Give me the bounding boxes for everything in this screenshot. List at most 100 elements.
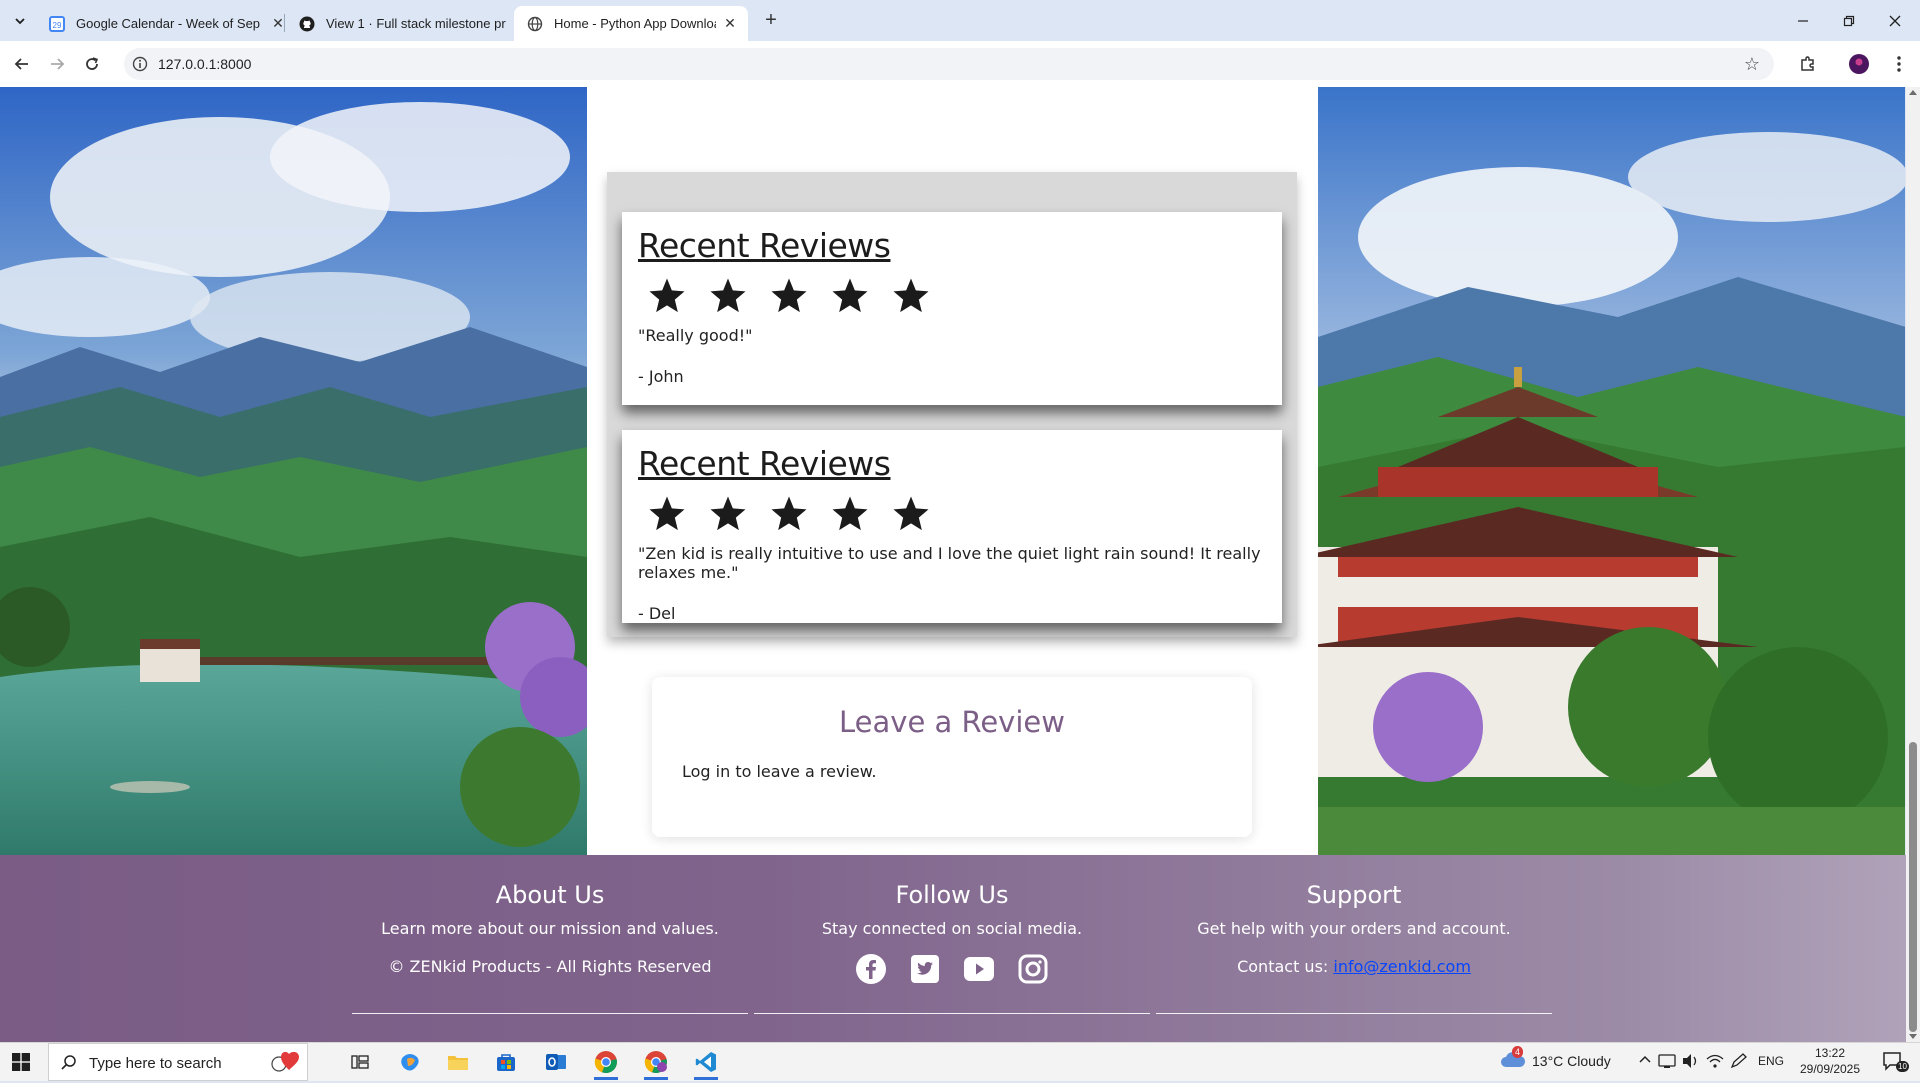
language-indicator[interactable]: ENG: [1758, 1054, 1784, 1068]
task-view-button[interactable]: [340, 1047, 380, 1077]
review-author: - John: [638, 367, 684, 386]
star-icon: [771, 278, 807, 313]
tab-strip: 29 Google Calendar - Week of Sep ✕ View …: [0, 0, 1920, 41]
taskbar-store[interactable]: [486, 1047, 526, 1077]
star-icon: [893, 278, 929, 313]
taskbar-vscode[interactable]: [686, 1047, 726, 1080]
footer-support-text: Get help with your orders and account.: [1197, 919, 1511, 938]
pen-icon[interactable]: [1730, 1053, 1748, 1072]
search-highlight-icon: [269, 1046, 305, 1083]
review-author: - Del: [638, 604, 676, 623]
notification-count: 10: [1896, 1061, 1909, 1072]
tab-separator: [284, 14, 285, 32]
youtube-icon[interactable]: [962, 952, 996, 986]
copilot-icon: [401, 1054, 419, 1071]
star-icon: [893, 496, 929, 531]
footer-about-title: About Us: [495, 881, 605, 909]
star-rating: [646, 276, 1266, 316]
browser-toolbar: 127.0.0.1:8000 ☆: [0, 41, 1920, 87]
reload-icon: [86, 57, 99, 70]
forward-button[interactable]: [43, 50, 71, 78]
star-icon: [710, 496, 746, 531]
close-tab-icon[interactable]: ✕: [722, 15, 738, 32]
tab-search-button[interactable]: [8, 9, 32, 33]
github-icon: [298, 15, 316, 33]
footer-about: About Us Learn more about our mission an…: [352, 855, 748, 1014]
taskbar-outlook[interactable]: [536, 1047, 576, 1077]
reviews-heading: Recent Reviews: [638, 226, 891, 265]
globe-icon: [526, 15, 544, 33]
leave-review-card: Leave a Review Log in to leave a review.: [652, 677, 1252, 837]
copyright-text: © ZENkid Products - All Rights Reserved: [388, 957, 712, 976]
tab-home-active[interactable]: Home - Python App Download ✕: [514, 6, 748, 41]
review-card: Recent Reviews "Really good!" - John: [622, 212, 1282, 405]
taskbar-copilot[interactable]: [390, 1047, 430, 1077]
search-placeholder: Type here to search: [89, 1055, 222, 1072]
instagram-icon[interactable]: [1016, 952, 1050, 986]
tab-google-calendar[interactable]: 29 Google Calendar - Week of Sep ✕: [36, 6, 296, 41]
star-icon: [832, 278, 868, 313]
taskbar-chrome-profile[interactable]: [636, 1047, 676, 1080]
wifi-icon[interactable]: [1706, 1053, 1724, 1072]
login-prompt: Log in to leave a review.: [682, 762, 877, 781]
bookmark-star-icon[interactable]: ☆: [1744, 54, 1760, 75]
puzzle-icon: [1801, 56, 1814, 71]
restore-icon: [1843, 15, 1855, 26]
svg-text:29: 29: [53, 21, 62, 30]
address-bar[interactable]: 127.0.0.1:8000 ☆: [124, 48, 1774, 80]
footer-about-text: Learn more about our mission and values.: [381, 919, 719, 938]
meet-now-icon[interactable]: [1658, 1053, 1676, 1072]
tab-title: Home - Python App Download: [554, 16, 716, 31]
footer-divider: [754, 1013, 1150, 1014]
footer-support: Support Get help with your orders and ac…: [1156, 855, 1552, 1014]
new-tab-button[interactable]: +: [758, 9, 784, 33]
tab-github[interactable]: View 1 · Full stack milestone pr ✕: [286, 6, 546, 41]
taskbar-file-explorer[interactable]: [438, 1047, 478, 1077]
site-info-icon[interactable]: [132, 56, 148, 72]
scroll-up-arrow-icon[interactable]: [1909, 90, 1917, 95]
folder-icon: [448, 1056, 468, 1070]
review-card: Recent Reviews "Zen kid is really intuit…: [622, 430, 1282, 623]
extensions-button[interactable]: [1795, 51, 1821, 77]
windows-logo-icon: [12, 1053, 30, 1071]
facebook-icon[interactable]: [854, 952, 888, 986]
chrome-profile-icon: [644, 1051, 667, 1074]
back-button[interactable]: [8, 50, 36, 78]
taskbar-chrome[interactable]: [586, 1047, 626, 1080]
twitter-icon[interactable]: [908, 952, 942, 986]
footer-follow-text: Stay connected on social media.: [821, 919, 1083, 938]
footer-support-title: Support: [1306, 881, 1402, 909]
browser-menu-button[interactable]: [1886, 51, 1912, 77]
page-scrollbar[interactable]: [1906, 87, 1920, 1042]
speaker-icon[interactable]: [1682, 1053, 1700, 1072]
footer-divider: [352, 1013, 748, 1014]
contact-label: Contact us:: [1237, 957, 1329, 976]
arrow-right-icon: [51, 58, 65, 70]
footer-follow-title: Follow Us: [895, 881, 1009, 909]
minimize-icon: [1798, 19, 1808, 22]
restore-button[interactable]: [1826, 0, 1872, 41]
star-icon: [771, 496, 807, 531]
minimize-button[interactable]: [1780, 0, 1826, 41]
task-view-icon: [351, 1055, 369, 1069]
reload-button[interactable]: [78, 50, 106, 78]
reviews-section: Recent Reviews "Really good!" - John Rec…: [607, 172, 1297, 637]
reviews-heading: Recent Reviews: [638, 444, 891, 483]
star-icon: [649, 278, 685, 313]
taskbar-clock[interactable]: 13:22 29/09/2025: [1790, 1045, 1870, 1077]
footer-follow: Follow Us Stay connected on social media…: [754, 855, 1150, 1014]
profile-avatar[interactable]: [1846, 51, 1872, 77]
scrollbar-thumb[interactable]: [1909, 742, 1917, 1032]
taskbar-search-box[interactable]: Type here to search: [48, 1043, 308, 1081]
leave-review-title: Leave a Review: [839, 705, 1065, 739]
close-window-button[interactable]: [1872, 0, 1918, 41]
start-button[interactable]: [12, 1053, 30, 1076]
star-icon: [710, 278, 746, 313]
search-icon: [61, 1054, 77, 1075]
review-quote: "Zen kid is really intuitive to use and …: [638, 544, 1261, 582]
page-viewport: Recent Reviews "Really good!" - John Rec…: [0, 87, 1906, 1042]
support-email-link[interactable]: info@zenkid.com: [1333, 957, 1471, 976]
clock-time: 13:22: [1814, 1046, 1846, 1060]
chevron-up-icon[interactable]: [1638, 1053, 1652, 1070]
scroll-down-arrow-icon[interactable]: [1909, 1034, 1917, 1039]
